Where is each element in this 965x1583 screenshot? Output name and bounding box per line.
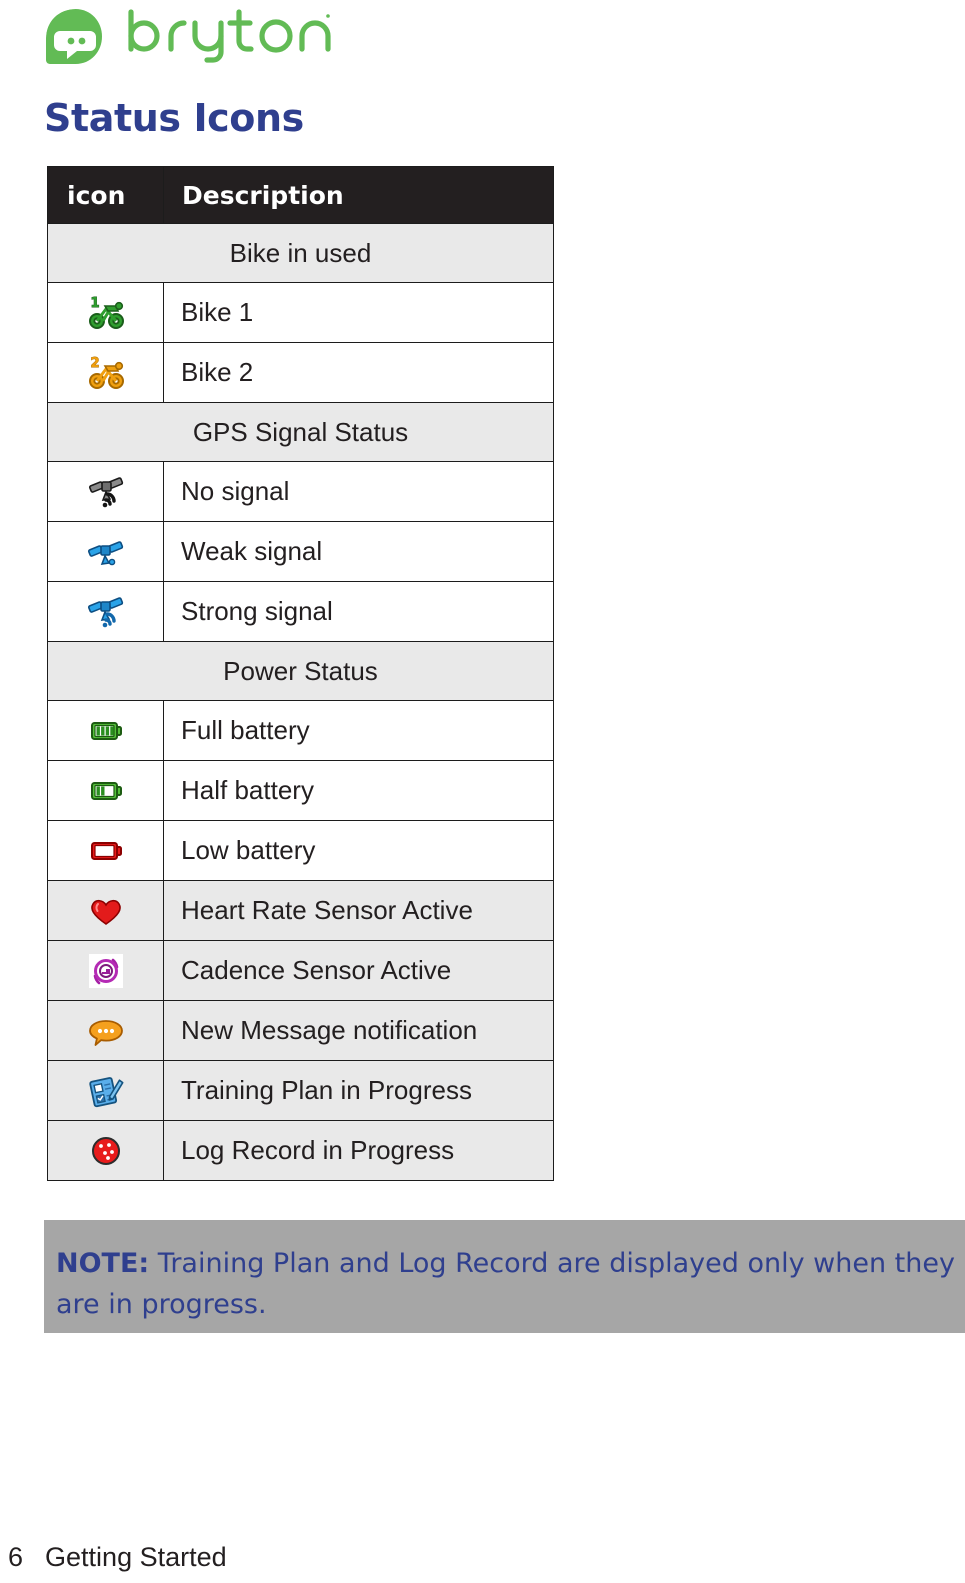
- status-icon-cell: [47, 1000, 164, 1061]
- table-row: Training Plan in Progress: [47, 1060, 554, 1121]
- status-icon-cell: [47, 760, 164, 821]
- table-row: 1 Bike 1: [47, 282, 554, 343]
- message-bubble-icon: [86, 1011, 126, 1051]
- battery-half-icon: [86, 771, 126, 811]
- status-description-cell: Training Plan in Progress: [163, 1060, 554, 1121]
- status-icons-table: icon Description Bike in used 1 Bike 1 2…: [47, 166, 554, 1181]
- table-row: Heart Rate Sensor Active: [47, 880, 554, 941]
- table-row: 2 Bike 2: [47, 342, 554, 403]
- gps-strong-signal-icon: [86, 592, 126, 632]
- table-row: Strong signal: [47, 581, 554, 642]
- status-description-cell: Weak signal: [163, 521, 554, 582]
- status-icon-cell: [47, 461, 164, 522]
- table-row: No signal: [47, 461, 554, 522]
- footer-section-label: Getting Started: [45, 1542, 227, 1572]
- page-title: Status Icons: [44, 96, 304, 140]
- bike-2-icon: 2: [86, 353, 126, 393]
- log-record-icon: [86, 1131, 126, 1171]
- table-section-title: Bike in used: [47, 223, 554, 283]
- status-description-cell: Bike 2: [163, 342, 554, 403]
- status-icon-cell: [47, 521, 164, 582]
- table-header-row: icon Description: [47, 166, 554, 224]
- status-description-cell: Low battery: [163, 820, 554, 881]
- note-text: NOTE: Training Plan and Log Record are d…: [56, 1243, 965, 1325]
- status-description-cell: Log Record in Progress: [163, 1120, 554, 1181]
- table-section-header-row: GPS Signal Status: [47, 402, 554, 462]
- status-description-cell: Cadence Sensor Active: [163, 940, 554, 1001]
- bryton-wordmark: [126, 5, 331, 68]
- table-section-title: Power Status: [47, 641, 554, 701]
- status-description-cell: Heart Rate Sensor Active: [163, 880, 554, 941]
- status-icon-cell: [47, 1060, 164, 1121]
- brand-logo: [44, 6, 331, 66]
- table-row: New Message notification: [47, 1000, 554, 1061]
- status-icon-cell: 1: [47, 282, 164, 343]
- svg-text:2: 2: [90, 356, 99, 371]
- battery-low-icon: [86, 831, 126, 871]
- column-header-icon: icon: [47, 166, 164, 224]
- status-icon-cell: [47, 1120, 164, 1181]
- status-description-cell: Half battery: [163, 760, 554, 821]
- status-description-cell: No signal: [163, 461, 554, 522]
- column-header-description: Description: [163, 166, 554, 224]
- status-description-cell: Full battery: [163, 700, 554, 761]
- status-description-cell: Bike 1: [163, 282, 554, 343]
- heart-rate-icon: [86, 891, 126, 931]
- footer-page-number: 6: [8, 1542, 24, 1572]
- page-footer: 6 Getting Started: [8, 1542, 227, 1573]
- cadence-sensor-icon: [86, 951, 126, 991]
- table-row: Cadence Sensor Active: [47, 940, 554, 1001]
- status-icon-cell: [47, 940, 164, 1001]
- training-plan-icon: [86, 1071, 126, 1111]
- table-row: Weak signal: [47, 521, 554, 582]
- table-section-header-row: Bike in used: [47, 223, 554, 283]
- status-description-cell: Strong signal: [163, 581, 554, 642]
- note-label: NOTE:: [56, 1248, 150, 1279]
- status-icon-cell: [47, 820, 164, 881]
- gps-weak-signal-icon: [86, 532, 126, 572]
- table-row: Log Record in Progress: [47, 1120, 554, 1181]
- note-body: Training Plan and Log Record are display…: [56, 1248, 955, 1320]
- bryton-leaf-chat-logo-icon: [44, 7, 106, 65]
- table-row: Half battery: [47, 760, 554, 821]
- table-row: Low battery: [47, 820, 554, 881]
- note-callout: NOTE: Training Plan and Log Record are d…: [44, 1220, 965, 1333]
- status-icon-cell: 2: [47, 342, 164, 403]
- table-row: Full battery: [47, 700, 554, 761]
- table-section-title: GPS Signal Status: [47, 402, 554, 462]
- table-section-header-row: Power Status: [47, 641, 554, 701]
- status-icon-cell: [47, 880, 164, 941]
- gps-no-signal-icon: [86, 472, 126, 512]
- bike-1-icon: 1: [86, 293, 126, 333]
- status-icon-cell: [47, 700, 164, 761]
- svg-text:1: 1: [90, 296, 99, 311]
- status-icon-cell: [47, 581, 164, 642]
- status-description-cell: New Message notification: [163, 1000, 554, 1061]
- battery-full-icon: [86, 711, 126, 751]
